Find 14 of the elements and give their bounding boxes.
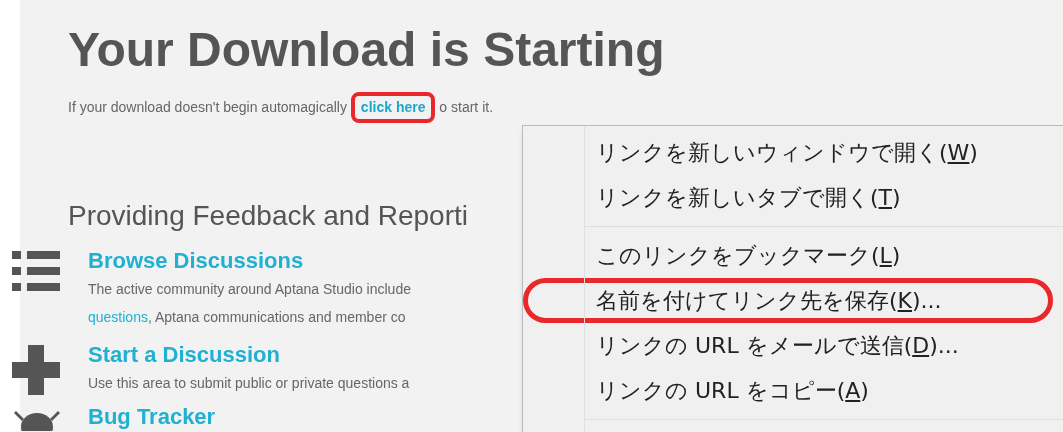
intro-text: If your download doesn't begin automagically click here o start it. xyxy=(68,92,494,123)
menu-item[interactable]: リンクを新しいタブで開く(T) xyxy=(523,175,1053,220)
list-icon xyxy=(12,251,60,291)
menu-item[interactable]: このリンクをブックマーク(L) xyxy=(523,233,1053,278)
menu-item[interactable]: リンクを新しいウィンドウで開く(W) xyxy=(523,130,1053,175)
menu-item[interactable]: リンクの URL をコピー(A) xyxy=(523,368,1053,413)
menu-item[interactable]: リンクの URL をメールで送信(D)... xyxy=(523,323,1053,368)
menu-item[interactable]: 名前を付けてリンク先を保存(K)... xyxy=(523,278,1053,323)
plus-icon xyxy=(12,345,60,395)
section-heading: Providing Feedback and Reporti xyxy=(68,199,468,233)
description-text: questions, Aptana communications and member co xyxy=(88,308,406,327)
description-text: Use this area to submit public or private questions a xyxy=(88,374,410,393)
page-title: Your Download is Starting xyxy=(68,22,665,78)
description-text: The active community around Aptana Studio include xyxy=(88,280,411,299)
